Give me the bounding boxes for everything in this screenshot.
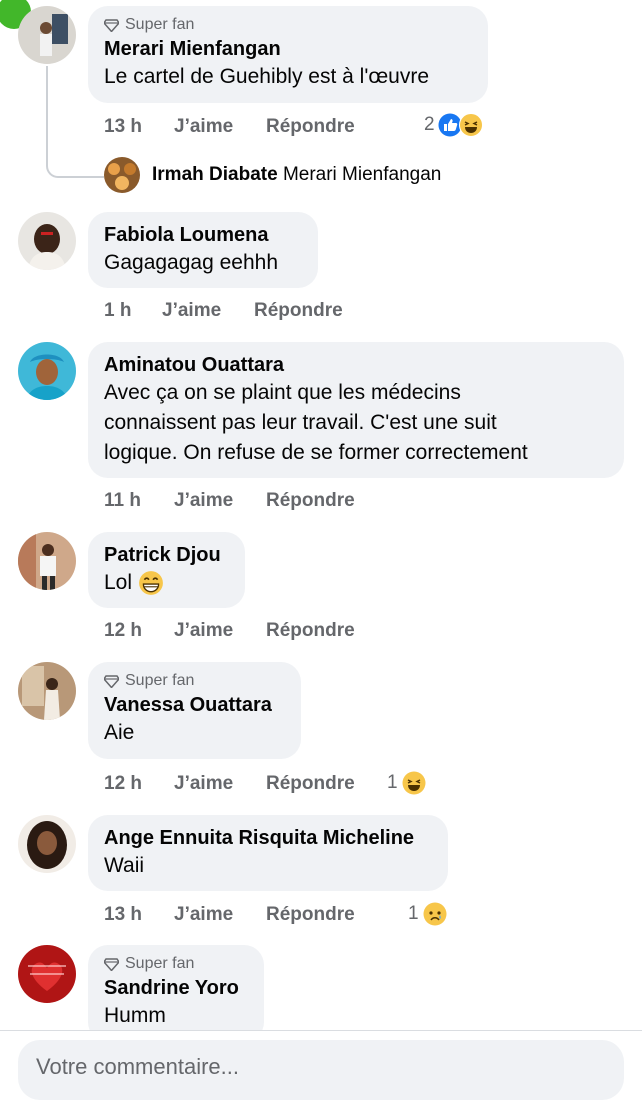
- diamond-icon: [104, 18, 119, 32]
- like-button[interactable]: J’aime: [162, 300, 221, 322]
- sad-reaction-icon: [423, 902, 447, 926]
- comment-text: Waii: [104, 854, 145, 877]
- avatar[interactable]: [18, 945, 76, 1003]
- comment-bubble: Super fan Sandrine Yoro Humm: [88, 945, 264, 1042]
- timestamp[interactable]: 11 h: [104, 490, 141, 512]
- diamond-icon: [104, 957, 119, 971]
- commenter-name[interactable]: Aminatou Ouattara: [104, 352, 608, 378]
- comment-input[interactable]: Votre commentaire...: [18, 1040, 624, 1100]
- reply-button[interactable]: Répondre: [266, 904, 355, 926]
- commenter-name[interactable]: Ange Ennuita Risquita Micheline: [104, 825, 432, 851]
- avatar[interactable]: [18, 662, 76, 720]
- reply-button[interactable]: Répondre: [266, 116, 355, 138]
- super-fan-badge: Super fan: [104, 955, 248, 973]
- diamond-icon: [104, 674, 119, 688]
- reply-button[interactable]: Répondre: [266, 620, 355, 642]
- reaction-summary[interactable]: 1: [387, 771, 426, 795]
- timestamp[interactable]: 13 h: [104, 904, 142, 926]
- haha-reaction-icon: [402, 771, 426, 795]
- reaction-count: 1: [408, 903, 419, 924]
- timestamp[interactable]: 13 h: [104, 116, 142, 138]
- comment-bubble: Super fan Vanessa Ouattara Aie: [88, 662, 301, 759]
- reaction-summary[interactable]: 2: [424, 113, 483, 137]
- comment-bubble: Patrick Djou Lol: [88, 532, 245, 608]
- like-button[interactable]: J’aime: [174, 773, 233, 795]
- commenter-name[interactable]: Vanessa Ouattara: [104, 692, 285, 718]
- commenter-name[interactable]: Sandrine Yoro: [104, 975, 248, 1001]
- commenter-name[interactable]: Patrick Djou: [104, 542, 229, 568]
- comment-bubble: Fabiola Loumena Gagagagag eehhh: [88, 212, 318, 288]
- comment-bubble: Super fan Merari Mienfangan Le cartel de…: [88, 6, 488, 103]
- avatar[interactable]: [18, 6, 76, 64]
- timestamp[interactable]: 12 h: [104, 773, 142, 795]
- reply-button[interactable]: Répondre: [254, 300, 343, 322]
- reaction-summary[interactable]: 1: [408, 902, 447, 926]
- timestamp[interactable]: 1 h: [104, 300, 131, 322]
- comment-bubble: Ange Ennuita Risquita Micheline Waii: [88, 815, 448, 891]
- avatar[interactable]: [18, 532, 76, 590]
- like-button[interactable]: J’aime: [174, 904, 233, 926]
- comment-text: Gagagagag eehhh: [104, 251, 278, 274]
- reply-button[interactable]: Répondre: [266, 773, 355, 795]
- comment-input-placeholder: Votre commentaire...: [36, 1054, 239, 1079]
- reply-button[interactable]: Répondre: [266, 490, 355, 512]
- haha-reaction-icon: [458, 113, 483, 137]
- grin-emoji-icon: [139, 571, 163, 595]
- avatar[interactable]: [18, 212, 76, 270]
- comment-text-line: Avec ça on se plaint que les médecins: [104, 381, 461, 404]
- avatar[interactable]: [18, 342, 76, 400]
- like-button[interactable]: J’aime: [174, 490, 233, 512]
- comment-bubble: Aminatou Ouattara Avec ça on se plaint q…: [88, 342, 624, 478]
- super-fan-badge: Super fan: [104, 672, 285, 690]
- reply-preview[interactable]: Irmah Diabate Merari Mienfangan: [152, 164, 441, 186]
- comment-text-line: logique. On refuse de se former correcte…: [104, 441, 528, 464]
- reply-author: Irmah Diabate: [152, 164, 278, 185]
- comment-text-line: connaissent pas leur travail. C'est une …: [104, 411, 497, 434]
- like-button[interactable]: J’aime: [174, 620, 233, 642]
- commenter-name[interactable]: Merari Mienfangan: [104, 36, 472, 62]
- super-fan-badge: Super fan: [104, 16, 472, 34]
- avatar[interactable]: [18, 815, 76, 873]
- reaction-count: 1: [387, 772, 398, 793]
- comment-text: Humm: [104, 1004, 166, 1027]
- comment-text: Le cartel de Guehibly est à l'œuvre: [104, 65, 429, 88]
- reaction-count: 2: [424, 114, 435, 135]
- commenter-name[interactable]: Fabiola Loumena: [104, 222, 302, 248]
- comment-text: Aie: [104, 721, 135, 744]
- reply-avatar[interactable]: [104, 157, 140, 193]
- like-button[interactable]: J’aime: [174, 116, 233, 138]
- timestamp[interactable]: 12 h: [104, 620, 142, 642]
- comment-text: Lol: [104, 568, 229, 598]
- reply-mention: Merari Mienfangan: [282, 164, 442, 185]
